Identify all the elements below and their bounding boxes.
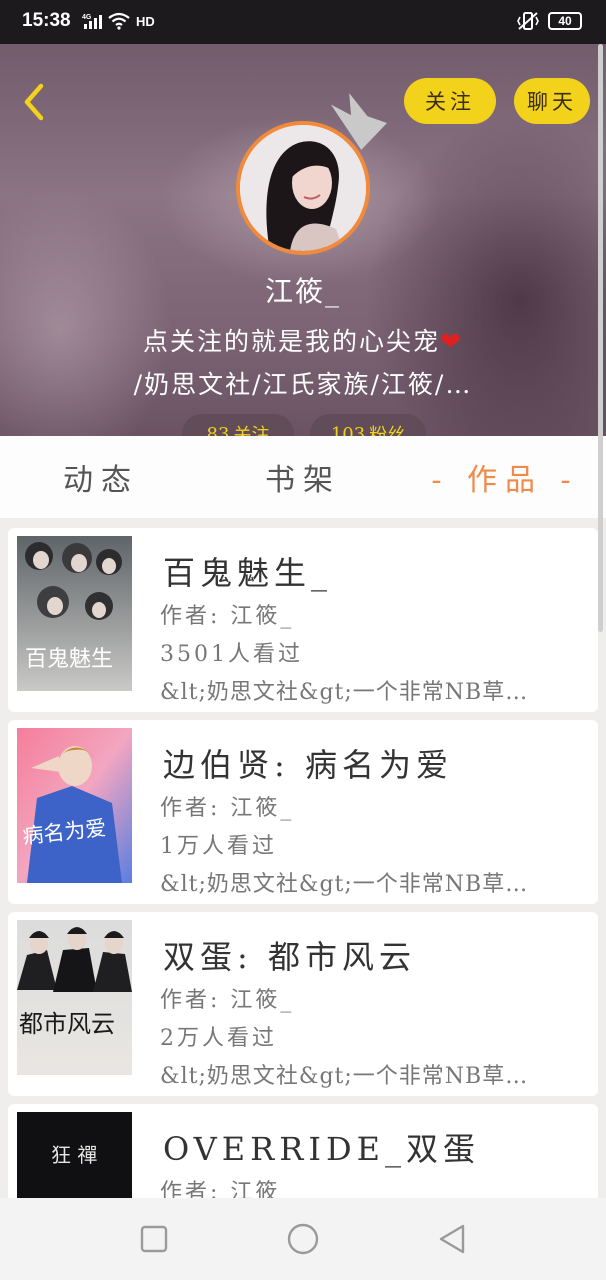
chat-button[interactable]: 聊天 — [514, 78, 590, 124]
book-desc: &lt;奶思文社&gt;一个非常NB草… — [160, 872, 529, 897]
signal-icon: 4G — [82, 14, 102, 29]
cover-title: 百鬼魅生 — [25, 647, 113, 672]
scrollbar[interactable] — [598, 44, 603, 632]
svg-text:4G: 4G — [82, 14, 92, 21]
book-cover: 狂 禪 — [17, 1112, 132, 1198]
recent-apps-button[interactable] — [124, 1209, 184, 1269]
circle-icon — [287, 1223, 319, 1255]
home-button[interactable] — [273, 1209, 333, 1269]
bio-line-2: /奶思文社/江氏家族/江筱/… — [133, 370, 473, 399]
status-time: 15:38 — [22, 10, 71, 31]
book-desc: &lt;奶思文社&gt;一个非常NB草… — [160, 1064, 529, 1089]
tab-posts[interactable]: 动态 — [0, 455, 202, 499]
book-card[interactable]: 病名为爱 边伯贤: 病名为爱 作者: 江筱_ 1万人看过 &lt;奶思文社&gt… — [8, 720, 598, 904]
book-author: 作者: 江筱_ — [160, 604, 295, 629]
cover-title: 狂 禪 — [51, 1143, 97, 1167]
following-label: 关注 — [233, 425, 270, 436]
tab-bookshelf[interactable]: 书架 — [202, 455, 404, 499]
status-bar: 15:38 4G HD 40 — [0, 0, 606, 44]
book-card[interactable]: 都市风云 双蛋: 都市风云 作者: 江筱_ 2万人看过 &lt;奶思文社&gt;… — [8, 912, 598, 1096]
back-button[interactable] — [14, 80, 54, 124]
heart-icon: ❤ — [440, 327, 463, 356]
following-chip[interactable]: 83 关注 — [182, 414, 294, 436]
book-cover: 百鬼魅生 — [17, 536, 132, 691]
book-title: 双蛋: 都市风云 — [163, 938, 416, 976]
following-count: 83 — [206, 423, 230, 437]
status-icons-right: 40 — [516, 11, 582, 31]
book-desc: &lt;奶思文社&gt;一个非常NB草… — [160, 680, 529, 705]
triangle-back-icon — [439, 1224, 464, 1254]
book-author: 作者: 江筱_ — [160, 1180, 295, 1198]
fans-label: 粉丝 — [369, 425, 406, 436]
system-nav-bar — [0, 1198, 606, 1280]
tab-works[interactable]: - 作品 - — [404, 455, 606, 499]
nickname: 江筱_ — [264, 275, 341, 308]
book-title: OVERRIDE_双蛋 — [163, 1130, 480, 1168]
bio-line-1: 点关注的就是我的心尖宠❤ — [0, 322, 606, 358]
book-card[interactable]: 百鬼魅生 百鬼魅生_ 作者: 江筱_ 3501人看过 &lt;奶思文社&gt;一… — [8, 528, 598, 712]
wifi-icon — [108, 12, 130, 30]
book-views: 1万人看过 — [160, 834, 277, 859]
square-icon — [141, 1225, 168, 1253]
book-author: 作者: 江筱_ — [160, 796, 295, 821]
cover-title: 都市风云 — [19, 1010, 115, 1038]
book-views: 2万人看过 — [160, 1026, 277, 1051]
battery-indicator: 40 — [548, 12, 582, 30]
book-views: 3501人看过 — [160, 642, 303, 667]
profile-header: 15:38 4G HD 40 关注 聊天 江筱_ 点关注的就是我的心尖宠❤ /奶… — [0, 0, 606, 436]
book-title: 边伯贤: 病名为爱 — [163, 746, 453, 784]
fans-chip[interactable]: 103 粉丝 — [310, 414, 426, 436]
works-list: 百鬼魅生 百鬼魅生_ 作者: 江筱_ 3501人看过 &lt;奶思文社&gt;一… — [8, 528, 598, 1198]
book-cover: 病名为爱 — [17, 728, 132, 883]
profile-tabs: 动态 书架 - 作品 - — [0, 436, 606, 518]
back-nav-button[interactable] — [422, 1209, 482, 1269]
follow-button[interactable]: 关注 — [404, 78, 496, 124]
book-cover: 都市风云 — [17, 920, 132, 1075]
avatar[interactable] — [236, 121, 370, 255]
vibrate-icon — [517, 12, 539, 30]
status-icons-left: 4G HD — [82, 12, 155, 30]
fans-count: 103 — [330, 423, 366, 437]
book-card[interactable]: 狂 禪 OVERRIDE_双蛋 作者: 江筱_ — [8, 1104, 598, 1198]
chevron-left-icon — [24, 83, 44, 121]
book-title: 百鬼魅生_ — [163, 554, 333, 592]
bio-text: 点关注的就是我的心尖宠 — [143, 327, 441, 356]
book-author: 作者: 江筱_ — [160, 988, 295, 1013]
hd-label: HD — [136, 13, 155, 29]
avatar-image — [240, 125, 366, 251]
